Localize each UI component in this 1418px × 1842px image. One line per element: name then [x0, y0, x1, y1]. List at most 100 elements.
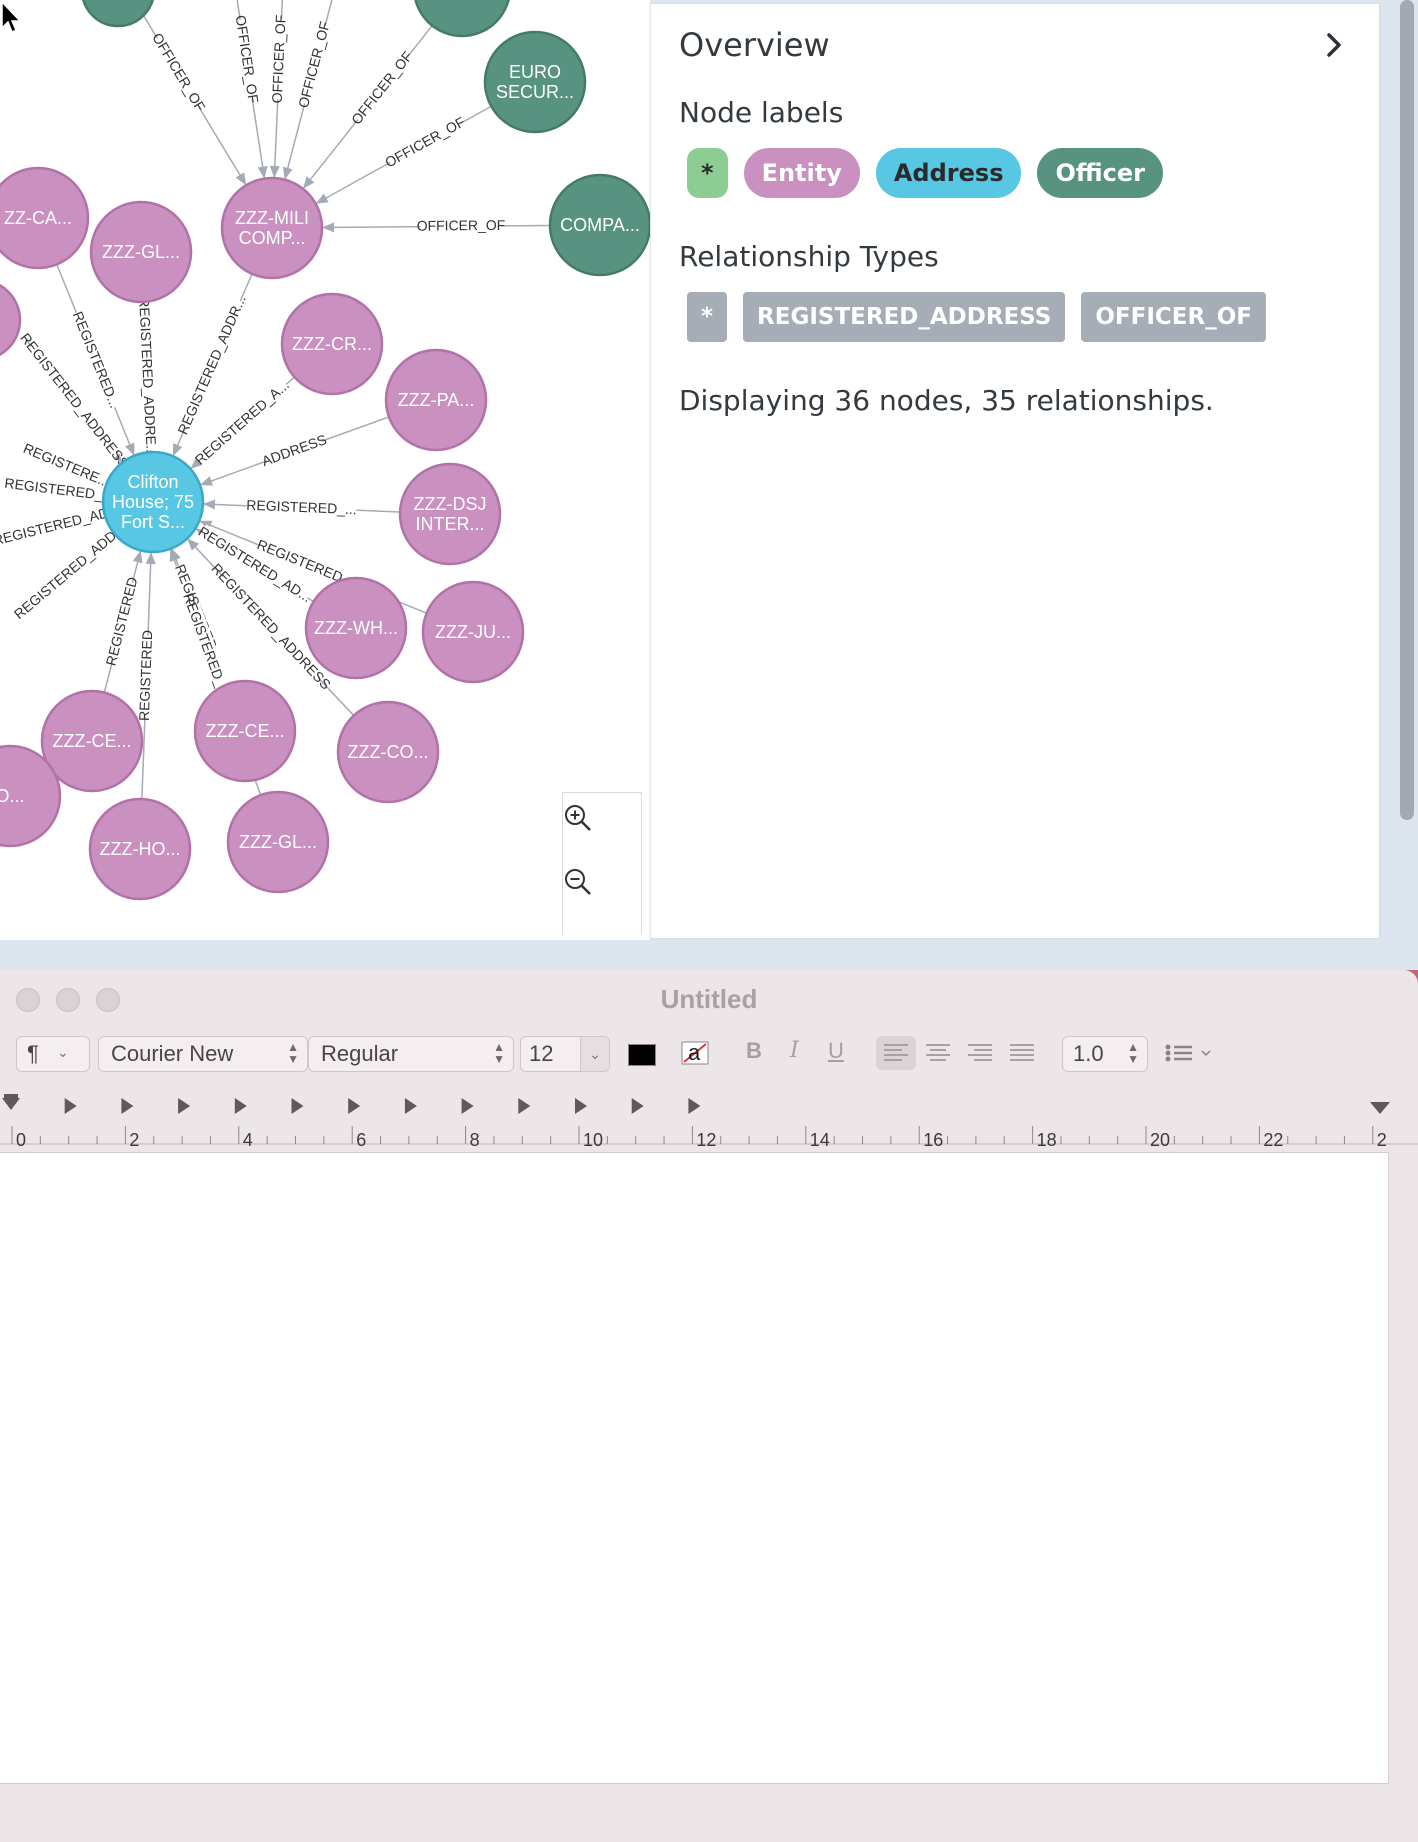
font-size-combo[interactable]: 12 ⌄ [520, 1036, 610, 1072]
font-family-popup[interactable]: Courier New ▲ ▼ [98, 1036, 308, 1072]
align-center-icon[interactable] [918, 1036, 958, 1070]
edge-arrowhead [303, 176, 315, 189]
entity-node[interactable]: ZZZ-CE... [193, 679, 297, 783]
ruler-number: 6 [356, 1130, 366, 1150]
collapse-chevron-right-icon[interactable] [1319, 30, 1349, 60]
highlight-glyph: a [688, 1040, 701, 1065]
entity-node-label: ZZZ-GL... [102, 242, 180, 262]
node-labels-heading: Node labels [679, 96, 844, 129]
justify-icon[interactable] [1002, 1036, 1042, 1070]
entity-node[interactable]: ZZZ-GL... [226, 790, 330, 894]
entity-node-label: ZZZ-CO... [348, 742, 429, 762]
entity-node[interactable]: ZZZ-JU... [421, 580, 525, 684]
ruler-number: 2 [129, 1130, 139, 1150]
underline-button[interactable]: U [828, 1038, 844, 1064]
relationship-label: REGISTERED [103, 575, 141, 667]
entity-node-label: ZZZ-CR... [292, 334, 372, 354]
highlight-color-button[interactable]: a [680, 1038, 710, 1068]
zoom-out-button[interactable] [563, 867, 641, 931]
font-family-value: Courier New [111, 1041, 234, 1066]
ruler-scale[interactable]: 0 2 4 6 8 10 12 14 16 18 20 22 2 [0, 1092, 1418, 1150]
entity-node[interactable]: ZZZ-CR... [280, 292, 384, 396]
align-left-icon [884, 1044, 908, 1061]
relationship-type-pill[interactable]: REGISTERED_ADDRESS [743, 292, 1066, 342]
node-label-pill[interactable]: Entity [743, 148, 860, 198]
entity-node-label: ZZZ-DSJ [414, 494, 487, 514]
edge-arrowhead [235, 172, 247, 186]
officer-node[interactable]: EUROSECUR... [483, 30, 587, 134]
updown-arrows-icon: ▲ ▼ [493, 1040, 505, 1066]
node-label-pill[interactable]: * [687, 148, 728, 198]
window-titlebar[interactable]: Untitled [0, 970, 1418, 1026]
ruler-number: 20 [1150, 1130, 1170, 1150]
scrollbar-thumb[interactable] [1400, 0, 1414, 820]
entity-node-label: ZZZ-HO... [100, 839, 181, 859]
font-size-value: 12 [529, 1041, 554, 1066]
bold-button[interactable]: B [746, 1038, 762, 1064]
entity-node[interactable]: ZZZ-GL... [89, 200, 193, 304]
edge-arrowhead [145, 551, 156, 565]
zoom-in-icon [565, 805, 591, 831]
line-spacing-popup[interactable]: 1.0 ▲ ▼ [1062, 1036, 1148, 1072]
zoom-controls [562, 792, 642, 935]
right-indent-marker [1370, 1102, 1390, 1114]
relationship-type-pill[interactable]: * [687, 292, 728, 342]
relationship-label: OFFICER_OF [348, 48, 416, 127]
line-spacing-value: 1.0 [1073, 1041, 1104, 1066]
paragraph-style-label: ¶ [27, 1041, 39, 1066]
relationship-type-pill[interactable]: OFFICER_OF [1081, 292, 1266, 342]
entity-node[interactable]: ZZZ-PA... [384, 348, 488, 452]
entity-node[interactable]: ZZZ-MILICOMP... [220, 176, 324, 280]
relationship-label: OFFICER_OF [295, 20, 333, 110]
text-color-swatch[interactable] [628, 1044, 656, 1066]
panel-scrollbar[interactable] [1396, 0, 1418, 960]
chevron-down-icon[interactable]: ⌄ [580, 1037, 609, 1071]
address-node-label: House; 75 [112, 492, 194, 512]
entity-node[interactable]: ZZ-CA... [0, 166, 90, 270]
graph-visualization[interactable]: OFFICER_OF OFFICER_OF OFFICER_OF OFFICER_OF… [0, 0, 650, 940]
zoom-in-button[interactable] [563, 803, 641, 867]
graph-canvas[interactable]: OFFICER_OF OFFICER_OF OFFICER_OF OFFICER_OF… [0, 0, 650, 940]
entity-node-label: COMP... [239, 228, 306, 248]
address-node-label: Clifton [127, 472, 178, 492]
relationship-edge[interactable] [110, 0, 247, 186]
entity-node[interactable]: ZZZ-CO... [336, 700, 440, 804]
ruler-number: 2 [1377, 1130, 1387, 1150]
entity-node[interactable] [0, 280, 22, 360]
edge-arrowhead [257, 165, 268, 179]
entity-node-label: ZZZ-JU... [435, 622, 511, 642]
entity-node[interactable]: ZZZ-HO... [88, 797, 192, 901]
officer-node-label: EURO [509, 62, 561, 82]
entity-node-label: ZZZ-MILI [235, 208, 309, 228]
ruler[interactable]: 0 2 4 6 8 10 12 14 16 18 20 22 2 [0, 1092, 1418, 1150]
node-label-pill[interactable]: Officer [1037, 148, 1163, 198]
officer-node[interactable]: COMPA... [548, 173, 650, 277]
entity-node[interactable]: ZZZ-WH... [304, 576, 408, 680]
tab-stop-marker [178, 1098, 191, 1114]
entity-node-circle[interactable] [0, 280, 22, 360]
entity-node-label: O... [0, 786, 25, 806]
ruler-number: 22 [1263, 1130, 1283, 1150]
entity-node-label: ZZZ-CE... [206, 721, 285, 741]
node-label-pill[interactable]: Address [875, 148, 1022, 198]
italic-button[interactable]: I [790, 1038, 799, 1063]
document-text-area[interactable] [0, 1152, 1389, 1784]
font-style-popup[interactable]: Regular ▲ ▼ [308, 1036, 514, 1072]
tab-stop-marker [121, 1098, 134, 1114]
entity-node[interactable]: ZZZ-DSJINTER... [398, 462, 502, 566]
paragraph-style-popup[interactable]: ¶ ⌄ [16, 1036, 90, 1072]
tab-stop-marker [631, 1098, 644, 1114]
list-bullets-popup[interactable] [1160, 1036, 1220, 1070]
address-node[interactable]: CliftonHouse; 75Fort S... [101, 450, 205, 554]
align-left-button[interactable] [876, 1036, 916, 1070]
ruler-number: 18 [1037, 1130, 1057, 1150]
officer-node-label: COMPA... [560, 215, 640, 235]
node-labels-list: * Entity Address Officer [687, 148, 1163, 198]
officer-node-circle[interactable] [82, 0, 154, 28]
ruler-number: 12 [696, 1130, 716, 1150]
edge-arrowhead [132, 550, 143, 564]
officer-node[interactable] [82, 0, 154, 28]
updown-arrows-icon: ▲ ▼ [287, 1040, 299, 1066]
align-right-icon[interactable] [960, 1036, 1000, 1070]
edge-arrowhead [202, 499, 216, 510]
